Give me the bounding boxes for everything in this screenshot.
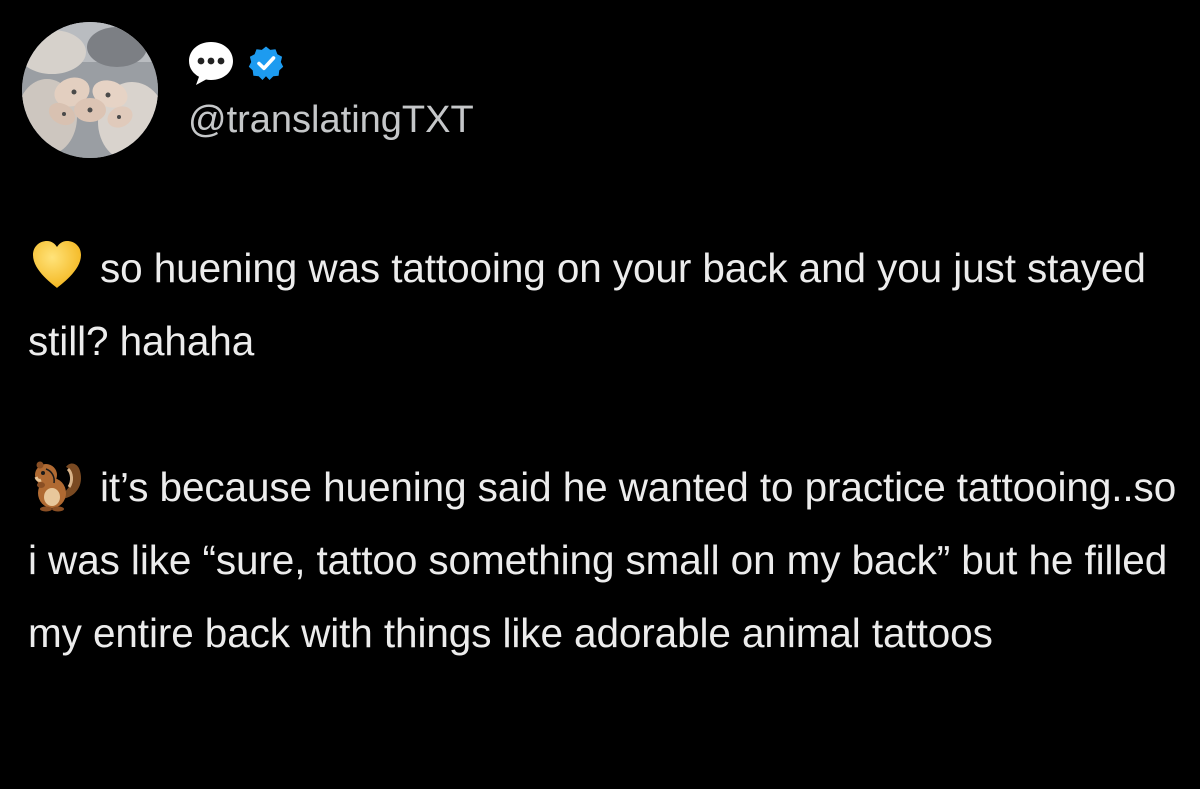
avatar[interactable] (22, 22, 158, 158)
chipmunk-icon (28, 455, 86, 513)
yellow-heart-icon (28, 236, 86, 294)
tweet-paragraph: it’s because huening said he wanted to p… (28, 451, 1196, 670)
speech-bubble-icon (189, 42, 233, 85)
tweet-paragraph-text: so huening was tattooing on your back an… (28, 245, 1146, 364)
tweet-paragraph-text: it’s because huening said he wanted to p… (28, 464, 1177, 656)
verified-badge-icon (248, 46, 284, 80)
user-handle[interactable]: @translatingTXT (188, 96, 474, 144)
display-name[interactable] (186, 38, 284, 88)
avatar-photo-hands (22, 22, 158, 158)
tweet-text: so huening was tattooing on your back an… (28, 232, 1196, 670)
tweet-paragraph: so huening was tattooing on your back an… (28, 232, 1196, 378)
